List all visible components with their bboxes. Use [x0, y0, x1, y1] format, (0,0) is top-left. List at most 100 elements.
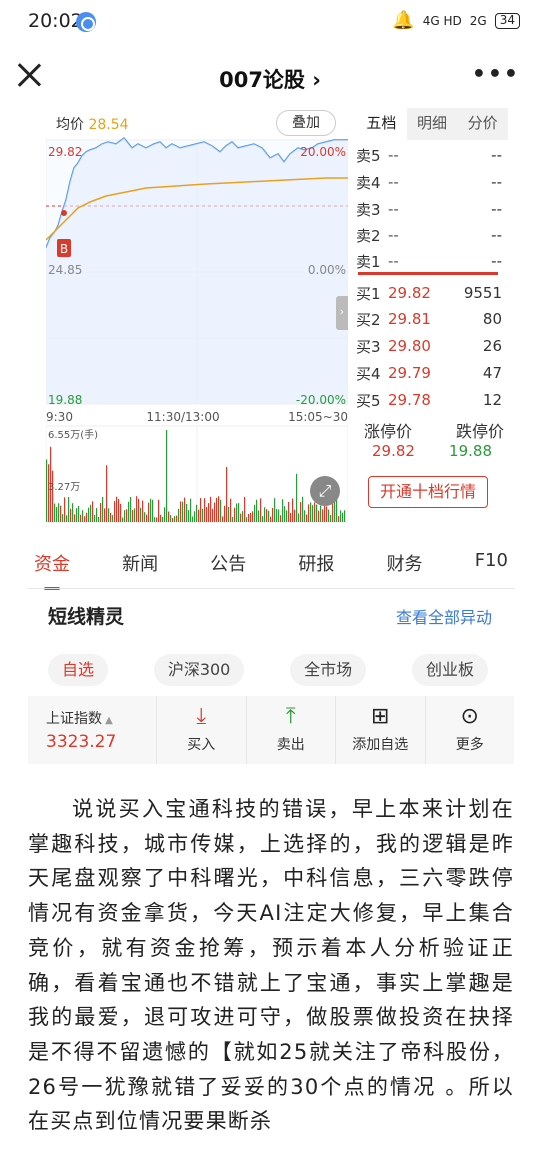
filter-hs300[interactable]: 沪深300 [153, 654, 245, 686]
section-title: 短线精灵 [48, 606, 125, 628]
filter-chinext[interactable]: 创业板 [411, 654, 488, 686]
sell-row: 卖1 -- -- [356, 248, 502, 274]
page-title[interactable]: 007论股 › [0, 64, 540, 94]
tab-financials[interactable]: 财务 [381, 544, 429, 586]
tab-announcements[interactable]: 公告 [204, 544, 252, 586]
volume-bar [182, 501, 184, 522]
sell-label: 卖2 [356, 226, 381, 245]
add-watchlist-button[interactable]: ⊞ 添加自选 [335, 696, 425, 764]
volume-bar [206, 507, 208, 522]
tab-capital[interactable]: 资金 [28, 544, 76, 590]
buy-marker-label: B [60, 242, 68, 256]
tab-f10[interactable]: F10 [469, 544, 514, 586]
volume-bar [90, 504, 92, 522]
tab-news[interactable]: 新闻 [116, 544, 164, 586]
pct-low-label: -20.00% [296, 393, 346, 407]
volume-bar [58, 503, 60, 522]
volume-bar [216, 497, 218, 522]
buy-price: 29.81 [388, 310, 431, 328]
tab-price-split[interactable]: 分价 [457, 108, 509, 140]
volume-bar [66, 515, 68, 522]
volume-bar [162, 516, 164, 522]
filter-watchlist[interactable]: 自选 [48, 654, 109, 686]
volume-bar [286, 510, 288, 522]
volume-bar [128, 501, 130, 522]
volume-bar [214, 502, 216, 522]
battery-icon: 34 [494, 12, 520, 29]
volume-bar [220, 499, 222, 522]
sell-price: -- [388, 200, 399, 218]
intraday-chart[interactable]: B 29.82 24.85 19.88 20.00% 0.00% -20.00%… [46, 108, 348, 528]
volume-bar [300, 502, 302, 522]
tab-details[interactable]: 明细 [406, 108, 458, 140]
volume-bar [248, 513, 250, 522]
volume-bar [158, 499, 160, 522]
volume-bar [120, 503, 122, 522]
sell-label: 卖1 [356, 252, 381, 271]
volume-bar [266, 509, 268, 522]
network-4g: 4G HD [422, 13, 462, 28]
sell-button[interactable]: ⤒ 卖出 [245, 696, 336, 764]
volume-bar [92, 501, 94, 522]
volume-bar [254, 504, 256, 522]
buy-label: 买2 [356, 310, 381, 329]
volume-bar [78, 505, 80, 522]
volume-bar [64, 497, 66, 522]
buy-row: 买4 29.79 47 [356, 360, 502, 386]
volume-bar [212, 508, 214, 522]
volume-bar [56, 507, 58, 522]
sell-row: 卖4 -- -- [356, 169, 502, 195]
volume-bar [110, 512, 112, 522]
volume-bar [70, 508, 72, 522]
buy-qty: 47 [482, 364, 502, 382]
side-collapse-tab[interactable]: › [336, 296, 348, 330]
filter-chips: 自选 沪深300 全市场 创业板 [48, 654, 488, 686]
volume-bar [238, 503, 240, 522]
volume-bar [102, 496, 104, 522]
volume-bar [136, 496, 138, 522]
volume-bar [166, 430, 168, 522]
volume-bar [198, 509, 200, 522]
volume-bar [200, 498, 202, 522]
buy-label: 买1 [356, 284, 381, 303]
sell-qty: -- [491, 200, 502, 218]
volume-bar [138, 498, 140, 522]
filter-all-market[interactable]: 全市场 [290, 654, 367, 686]
index-ticker[interactable]: 上证指数 3323.27 [28, 696, 156, 764]
volume-bar [272, 507, 274, 522]
open-ten-level-button[interactable]: 开通十档行情 [368, 476, 488, 508]
volume-bar [244, 496, 246, 522]
volume-bar [312, 505, 314, 522]
expand-icon[interactable]: ⤢ [310, 476, 340, 506]
more-icon[interactable]: ••• [472, 62, 520, 87]
volume-bar [122, 517, 124, 522]
info-tabs: 资金 新闻 公告 研报 财务 F10 [28, 544, 514, 590]
more-label: 更多 [455, 737, 484, 753]
volume-bar [284, 506, 286, 522]
volume-bar [302, 496, 304, 522]
volume-bar [98, 516, 100, 522]
volume-bar [240, 513, 242, 522]
download-arrow-icon: ⤓ [196, 704, 207, 729]
volume-bar [274, 498, 276, 522]
volume-bar [96, 508, 98, 522]
volume-bar [72, 503, 74, 522]
volume-bar [168, 511, 170, 522]
buy-qty: 80 [482, 310, 502, 328]
limit-up-caption: 涨停价 [364, 422, 413, 441]
buy-price: 29.79 [388, 364, 431, 382]
volume-bar [344, 510, 346, 522]
view-all-link[interactable]: 查看全部异动 [396, 604, 492, 628]
volume-bar [230, 498, 232, 522]
volume-bar [292, 498, 294, 522]
volume-bar [276, 509, 278, 522]
tab-research[interactable]: 研报 [292, 544, 340, 586]
buy-label: 买3 [356, 337, 381, 356]
more-button[interactable]: ⊙ 更多 [424, 696, 515, 764]
order-book-tabs: 五档 明细 分价 [356, 108, 509, 140]
volume-bar [252, 511, 254, 522]
buy-button[interactable]: ⤓ 买入 [156, 696, 246, 764]
volume-bar [148, 502, 150, 522]
volume-bar [94, 515, 96, 522]
tab-five-levels[interactable]: 五档 [356, 108, 407, 140]
